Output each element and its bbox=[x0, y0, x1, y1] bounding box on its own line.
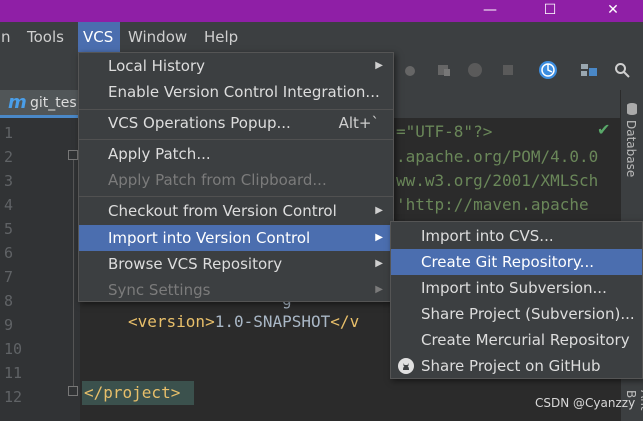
menu-item-label: Import into Version Control bbox=[108, 229, 311, 247]
menu-separator bbox=[79, 139, 393, 140]
watermark: CSDN @Cyanzzy bbox=[535, 396, 636, 410]
menu-item-checkout[interactable]: Checkout from Version Control ▶ bbox=[79, 198, 393, 224]
line-number: 9 bbox=[4, 316, 14, 334]
version-close-tag: </v bbox=[330, 312, 360, 331]
submenu-arrow-icon: ▶ bbox=[375, 258, 383, 269]
menu-item-import-into-vcs[interactable]: Import into Version Control ▶ bbox=[79, 225, 393, 251]
code-line-1: ="UTF-8"?> bbox=[396, 122, 493, 141]
line-number-gutter: 1 2 3 4 5 6 7 8 9 10 11 12 bbox=[0, 118, 80, 421]
menu-item-vcs-operations-popup[interactable]: VCS Operations Popup... Alt+` bbox=[79, 110, 393, 136]
title-bar: — ☐ ✕ bbox=[0, 0, 643, 22]
submenu-item-share-github[interactable]: Share Project on GitHub bbox=[391, 353, 642, 379]
github-icon bbox=[398, 358, 414, 374]
maven-file-icon: m bbox=[8, 92, 27, 113]
submenu-arrow-icon: ▶ bbox=[375, 232, 383, 243]
menu-item-label: Local History bbox=[108, 57, 206, 75]
menu-run[interactable]: n bbox=[0, 22, 16, 52]
line-number: 11 bbox=[4, 364, 23, 382]
line-number: 3 bbox=[4, 172, 14, 190]
code-line-8: <version>1.0-SNAPSHOT</v bbox=[128, 312, 359, 331]
editor-tab-label: git_tes bbox=[30, 95, 77, 111]
menu-item-label: Apply Patch from Clipboard... bbox=[108, 171, 327, 189]
menu-item-shortcut: Alt+` bbox=[338, 114, 379, 132]
submenu-arrow-icon: ▶ bbox=[375, 284, 383, 295]
line-number: 8 bbox=[4, 292, 14, 310]
menu-help[interactable]: Help bbox=[199, 22, 243, 52]
line-number: 7 bbox=[4, 268, 14, 286]
line-number: 10 bbox=[4, 340, 23, 358]
maximize-icon[interactable]: ☐ bbox=[520, 0, 580, 22]
version-value: 1.0-SNAPSHOT bbox=[214, 312, 331, 331]
line-number: 1 bbox=[4, 124, 14, 142]
project-structure-icon[interactable] bbox=[580, 62, 598, 78]
menu-item-label: Sync Settings bbox=[108, 281, 211, 299]
menu-vcs[interactable]: VCS bbox=[78, 22, 120, 52]
menu-item-sync-settings: Sync Settings ▶ bbox=[79, 277, 393, 303]
menu-item-local-history[interactable]: Local History ▶ bbox=[79, 53, 393, 79]
menu-item-browse-vcs-repository[interactable]: Browse VCS Repository ▶ bbox=[79, 251, 393, 277]
database-icon[interactable] bbox=[625, 102, 639, 116]
line-number: 2 bbox=[4, 148, 14, 166]
close-icon[interactable]: ✕ bbox=[583, 0, 643, 22]
menu-window[interactable]: Window bbox=[123, 22, 192, 52]
menu-item-apply-patch[interactable]: Apply Patch... bbox=[79, 141, 393, 167]
menu-item-label: Enable Version Control Integration... bbox=[108, 83, 380, 101]
coverage-icon[interactable] bbox=[436, 62, 452, 78]
menu-item-label: Browse VCS Repository bbox=[108, 255, 283, 273]
submenu-item-label: Share Project on GitHub bbox=[421, 357, 601, 375]
vcs-dropdown-menu: Local History ▶ Enable Version Control I… bbox=[78, 52, 394, 302]
menu-item-label: Apply Patch... bbox=[108, 145, 211, 163]
version-open-tag: <version> bbox=[128, 312, 215, 331]
update-icon[interactable] bbox=[538, 60, 558, 80]
line-number: 12 bbox=[4, 388, 23, 406]
code-line-3: ww.w3.org/2001/XMLSch bbox=[396, 171, 599, 190]
stop-icon[interactable] bbox=[500, 62, 516, 78]
menu-item-apply-patch-clipboard: Apply Patch from Clipboard... bbox=[79, 167, 393, 193]
debug-icon[interactable] bbox=[402, 62, 418, 78]
menu-item-enable-vcs-integration[interactable]: Enable Version Control Integration... bbox=[79, 79, 393, 105]
menu-item-label: Checkout from Version Control bbox=[108, 202, 337, 220]
line-number: 4 bbox=[4, 196, 14, 214]
line-number: 5 bbox=[4, 220, 14, 238]
line-number: 6 bbox=[4, 244, 14, 262]
search-icon[interactable] bbox=[614, 62, 630, 78]
import-submenu: Import into CVS... Create Git Repository… bbox=[390, 221, 643, 379]
editor-tab-pom[interactable]: m git_tes bbox=[0, 90, 78, 118]
menu-bar: n Tools VCS Window Help bbox=[0, 22, 643, 52]
code-line-2: .apache.org/POM/4.0.0 bbox=[396, 147, 599, 166]
menu-item-label: VCS Operations Popup... bbox=[108, 114, 291, 132]
inspection-ok-icon[interactable]: ✔ bbox=[597, 120, 610, 139]
fold-marker-icon[interactable] bbox=[68, 150, 78, 160]
submenu-item-share-subversion[interactable]: Share Project (Subversion)... bbox=[391, 301, 642, 327]
fold-marker-icon[interactable] bbox=[68, 386, 78, 396]
submenu-item-import-cvs[interactable]: Import into CVS... bbox=[391, 223, 642, 249]
submenu-arrow-icon: ▶ bbox=[375, 205, 383, 216]
code-line-12: </project> bbox=[84, 383, 181, 402]
submenu-arrow-icon: ▶ bbox=[375, 60, 383, 71]
code-line-4: 'http://maven.apache bbox=[396, 195, 589, 214]
submenu-item-create-git-repository[interactable]: Create Git Repository... bbox=[391, 249, 642, 275]
fold-guide bbox=[73, 150, 74, 390]
menu-separator bbox=[79, 196, 393, 197]
minimize-icon[interactable]: — bbox=[460, 0, 520, 22]
submenu-item-import-subversion[interactable]: Import into Subversion... bbox=[391, 275, 642, 301]
menu-tools[interactable]: Tools bbox=[22, 22, 69, 52]
submenu-item-create-mercurial[interactable]: Create Mercurial Repository bbox=[391, 327, 642, 353]
profile-icon[interactable] bbox=[467, 62, 483, 78]
database-tool-tab[interactable]: Database bbox=[624, 120, 638, 177]
